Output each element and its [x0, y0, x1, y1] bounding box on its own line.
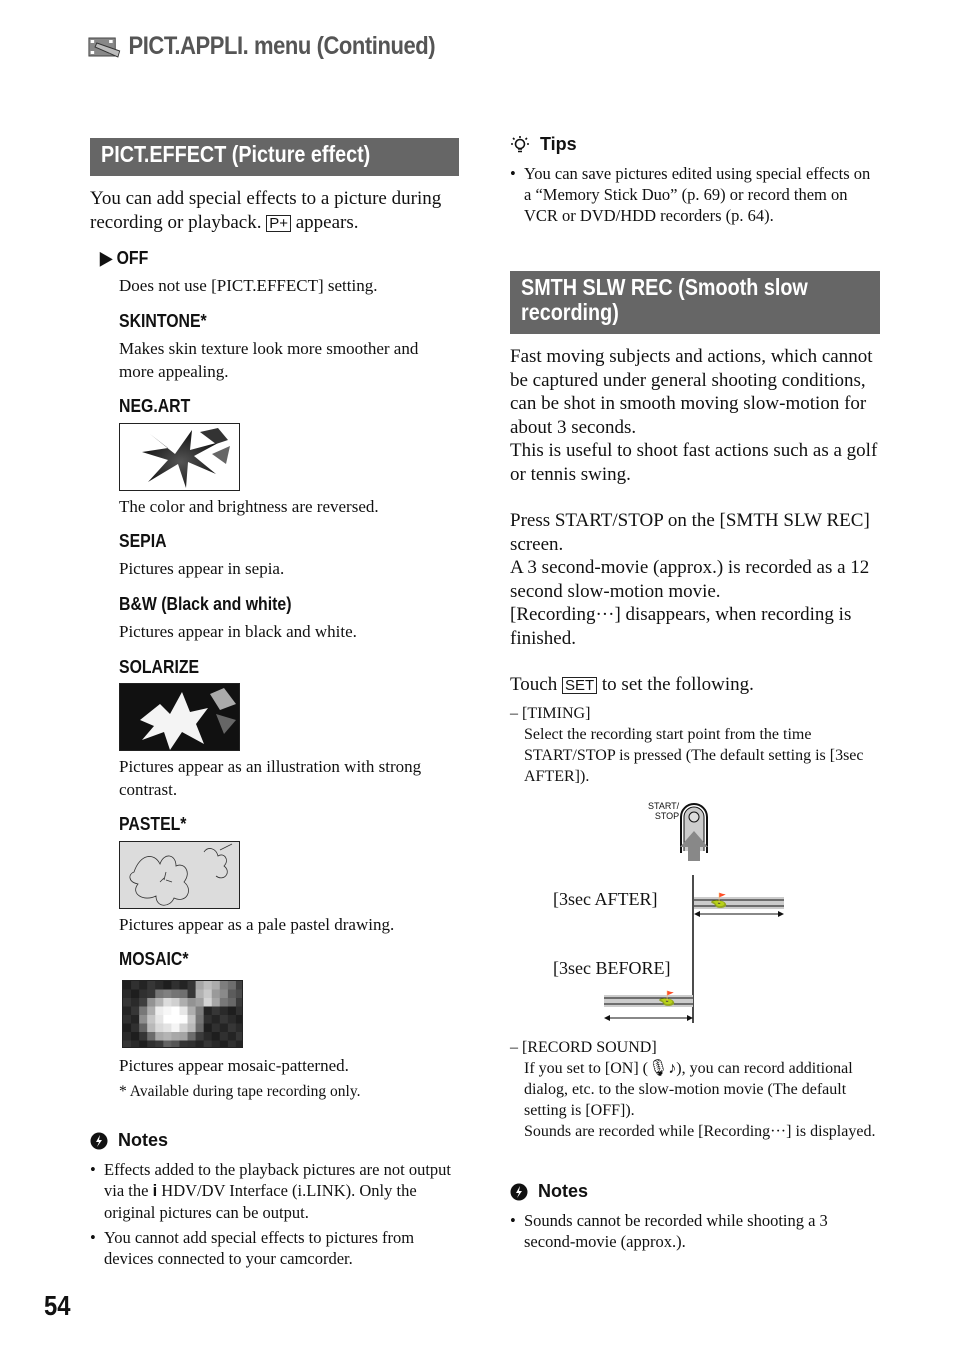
option-bw-heading: B&W (Black and white) [119, 594, 292, 614]
pastel-sample-image [119, 841, 240, 909]
smth-slw-description: Fast moving subjects and actions, which … [510, 345, 882, 697]
option-mosaic-heading: MOSAIC* [119, 949, 189, 969]
page-number: 54 [44, 1290, 71, 1321]
lightbulb-icon [511, 135, 529, 152]
option-pastel-heading: PASTEL* [119, 814, 187, 834]
option-mosaic-desc: Pictures appear mosaic-patterned. [119, 1056, 349, 1075]
option-skintone-heading: SKINTONE* [119, 311, 207, 331]
option-negart-heading: NEG.ART [119, 396, 191, 416]
tip-item: You can save pictures edited using speci… [510, 163, 875, 226]
option-solarize-heading: SOLARIZE [119, 657, 200, 677]
option-sepia-heading: SEPIA [119, 531, 167, 551]
tips-list: You can save pictures edited using speci… [510, 163, 875, 226]
touch-set-instruction: Touch SET to set the following. [510, 674, 754, 695]
option-negart-desc: The color and brightness are reversed. [119, 497, 379, 516]
golfer-after-icon: ⛳ [710, 892, 727, 909]
before-label: [3sec BEFORE] [553, 958, 671, 978]
negart-sample-image [119, 423, 240, 491]
notes-icon [90, 1132, 108, 1149]
note-item: Sounds cannot be recorded while shooting… [510, 1210, 875, 1252]
golfer-before-icon: ⛳ [658, 990, 675, 1007]
option-bw-desc: Pictures appear in black and white. [119, 622, 357, 641]
page-title: PICT.APPLI. menu (Continued) [88, 32, 436, 61]
section-header-smth-slw-rec: SMTH SLW REC (Smooth slow recording) [510, 271, 880, 334]
set-button[interactable]: SET [561, 677, 598, 695]
option-off-heading: ▶ OFF [100, 248, 149, 268]
notes-list-left: Effects added to the playback pictures a… [90, 1159, 460, 1269]
ilink-icon: i [152, 1182, 158, 1200]
tips-heading: Tips [510, 134, 577, 155]
picture-effect-icon: P+ [266, 214, 291, 232]
timing-diagram: START/ STOP ⛳ ⛳ [3sec AFTER] [3sec BEFOR… [540, 797, 800, 1027]
notes-heading-left: Notes [90, 1130, 168, 1151]
default-marker-icon: ▶ [100, 248, 113, 268]
after-label: [3sec AFTER] [553, 889, 658, 909]
timeline-graphic: ⛳ ⛳ [604, 875, 784, 1023]
timing-setting: – [TIMING] Select the recording start po… [510, 705, 864, 785]
mic-note-icon: 🎙♪ [647, 1060, 677, 1077]
mosaic-sample-image [122, 980, 243, 1048]
notes-icon [510, 1183, 528, 1200]
section-header-pict-effect: PICT.EFFECT (Picture effect) [90, 138, 459, 176]
footnote: * Available during tape recording only. [119, 1083, 361, 1100]
option-pastel-desc: Pictures appear as a pale pastel drawing… [119, 915, 395, 934]
notes-list-right: Sounds cannot be recorded while shooting… [510, 1210, 875, 1252]
notes-heading-right: Notes [510, 1181, 588, 1202]
film-edit-icon [88, 37, 121, 58]
solarize-sample-image [119, 683, 240, 751]
option-sepia-desc: Pictures appear in sepia. [119, 559, 285, 578]
pict-effect-intro: You can add special effects to a picture… [90, 188, 442, 233]
option-skintone-desc: Makes skin texture look more smoother an… [119, 339, 419, 381]
note-item: Effects added to the playback pictures a… [90, 1159, 460, 1223]
option-off-desc: Does not use [PICT.EFFECT] setting. [119, 276, 378, 295]
option-solarize-desc: Pictures appear as an illustration with … [119, 757, 422, 799]
note-item: You cannot add special effects to pictur… [90, 1227, 460, 1269]
record-sound-setting: – [RECORD SOUND] If you set to [ON] (🎙♪)… [510, 1039, 876, 1140]
